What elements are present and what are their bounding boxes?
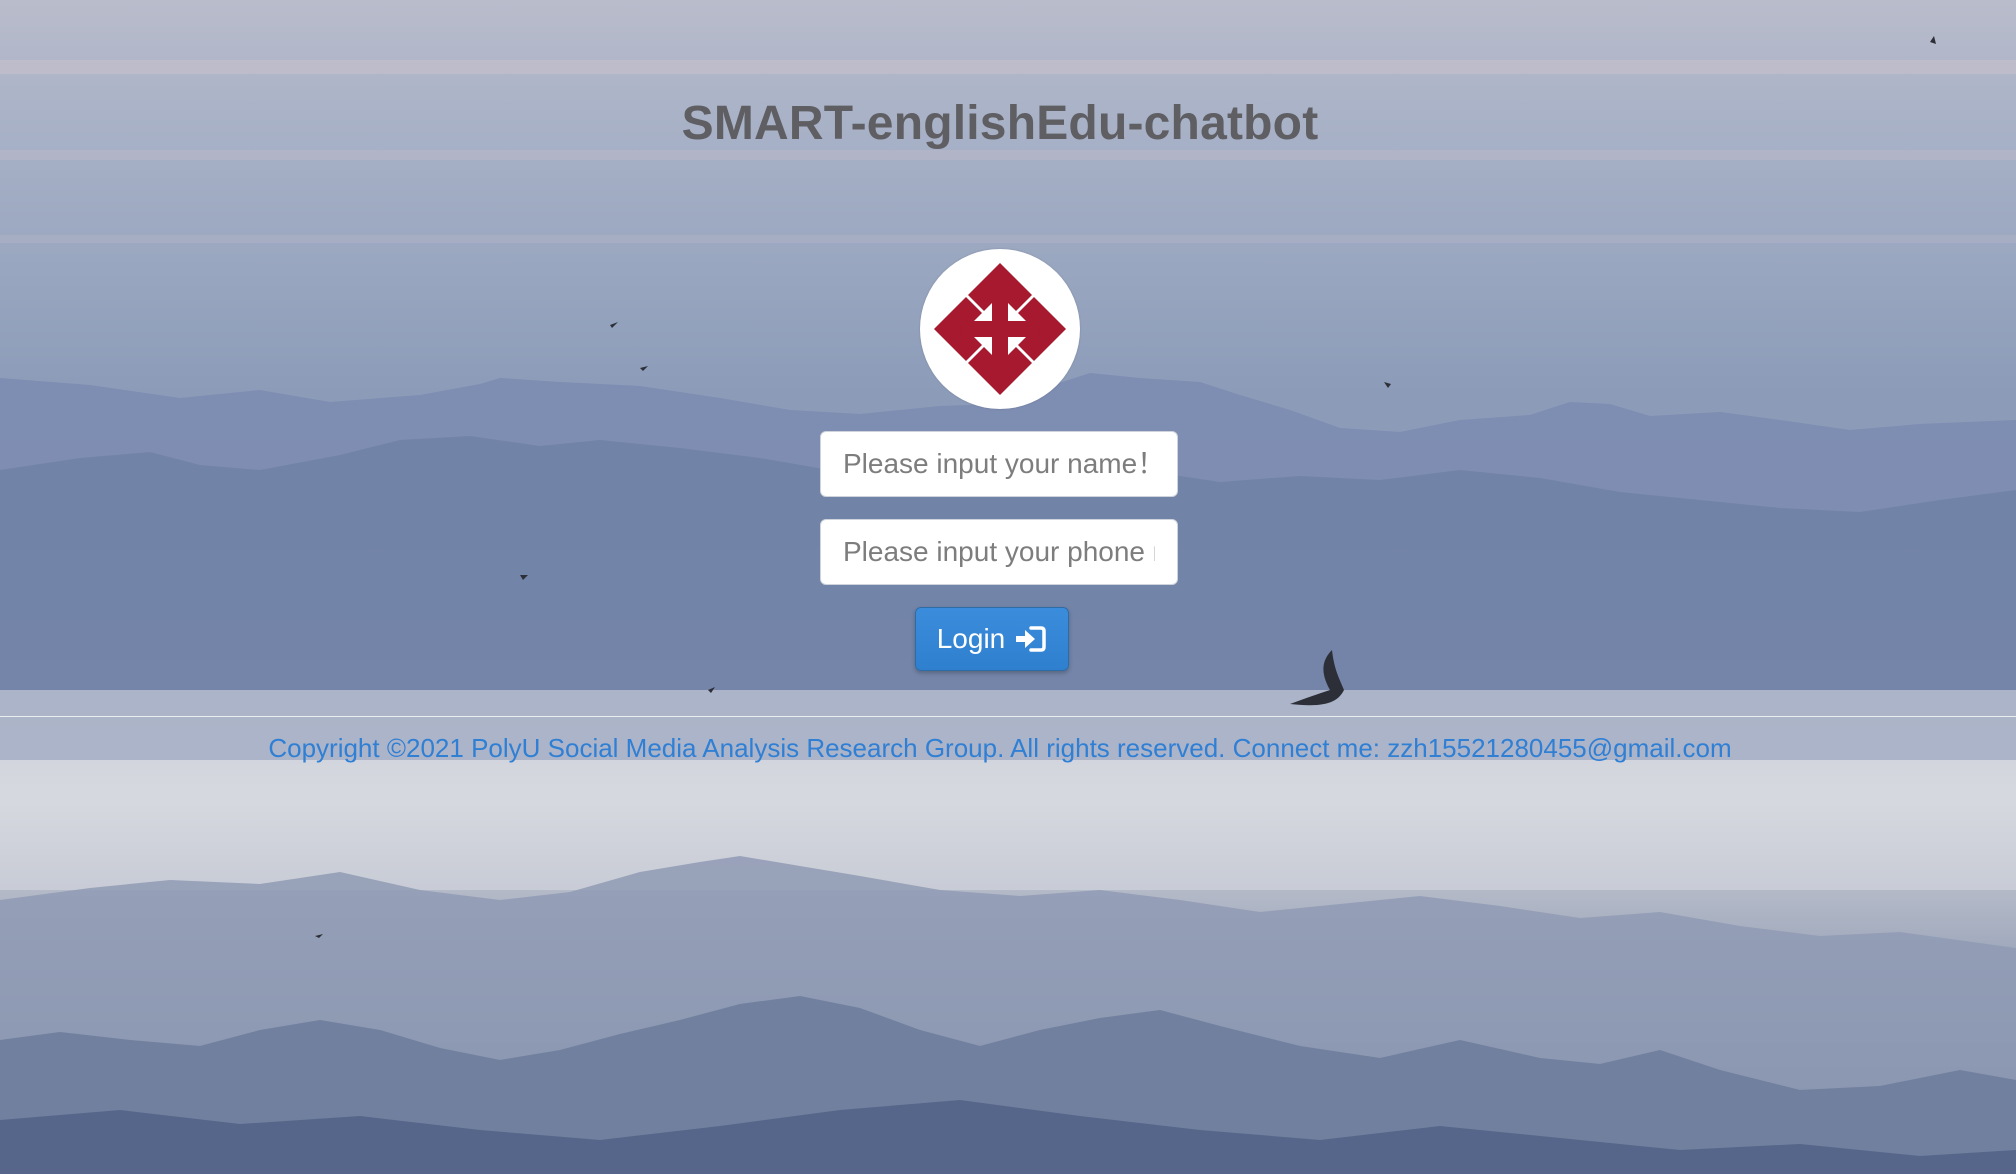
login-page: SMART-englishEdu-chatbot Login Copyrig [0,0,2016,1174]
login-button[interactable]: Login [915,607,1069,671]
phone-input[interactable] [820,519,1178,585]
mountain-background-image [0,36,2016,1174]
footer-divider [0,716,2016,717]
footer-copyright: Copyright ©2021 PolyU Social Media Analy… [268,733,1732,763]
polyu-logo-icon [920,249,1080,409]
login-button-label: Login [936,623,1006,654]
page-title: SMART-englishEdu-chatbot [681,97,1319,150]
login-arrow-icon [1013,624,1047,654]
name-input[interactable] [820,431,1178,497]
